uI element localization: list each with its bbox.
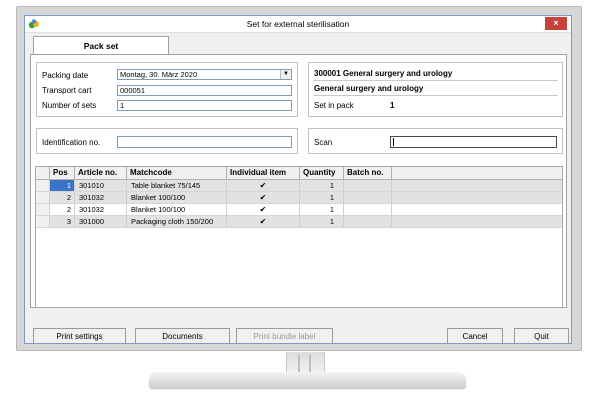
cell-quantity[interactable]: 1 bbox=[300, 192, 344, 204]
cell-quantity[interactable]: 1 bbox=[300, 204, 344, 216]
checkbox-checked-icon[interactable]: ✔ bbox=[227, 192, 300, 204]
checkbox-checked-icon[interactable]: ✔ bbox=[227, 216, 300, 228]
cell-article[interactable]: 301032 bbox=[75, 204, 127, 216]
row-indicator bbox=[36, 216, 50, 228]
close-button[interactable]: × bbox=[545, 17, 567, 30]
cell-quantity[interactable]: 1 bbox=[300, 180, 344, 192]
set-name-line: General surgery and urology bbox=[314, 84, 424, 93]
cell-filler bbox=[392, 216, 562, 228]
cell-pos[interactable]: 1 bbox=[50, 180, 75, 192]
col-header-individual[interactable]: Individual item bbox=[227, 167, 300, 180]
checkbox-checked-icon[interactable]: ✔ bbox=[227, 180, 300, 192]
cell-pos[interactable]: 2 bbox=[50, 192, 75, 204]
packing-date-label: Packing date bbox=[42, 71, 89, 80]
transport-cart-label: Transport cart bbox=[42, 86, 92, 95]
set-in-pack-label: Set in pack bbox=[314, 101, 354, 110]
identification-label: Identification no. bbox=[42, 138, 101, 147]
table-row[interactable]: 2 301032 Blanket 100/100 ✔ 1 bbox=[36, 192, 562, 204]
cell-matchcode[interactable]: Packaging cloth 150/200 bbox=[127, 216, 227, 228]
set-info-group: 300001 General surgery and urology Gener… bbox=[308, 62, 563, 117]
print-settings-button[interactable]: Print settings bbox=[33, 328, 126, 343]
documents-button[interactable]: Documents bbox=[135, 328, 230, 343]
col-header-pos[interactable]: Pos bbox=[50, 167, 75, 180]
items-table: Pos Article no. Matchcode Individual ite… bbox=[35, 166, 563, 308]
tab-pack-set[interactable]: Pack set bbox=[33, 36, 169, 55]
monitor-stand-base bbox=[149, 372, 466, 388]
quit-button[interactable]: Quit bbox=[514, 328, 569, 343]
cell-batch[interactable] bbox=[344, 216, 392, 228]
row-indicator bbox=[36, 204, 50, 216]
cell-pos[interactable]: 3 bbox=[50, 216, 75, 228]
col-header-batch[interactable]: Batch no. bbox=[344, 167, 392, 180]
application-window: Set for external sterilisation × Pack se… bbox=[24, 15, 572, 344]
row-header-corner bbox=[36, 167, 50, 180]
table-row[interactable]: 1 301010 Table blanket 75/145 ✔ 1 bbox=[36, 180, 562, 192]
cell-quantity[interactable]: 1 bbox=[300, 216, 344, 228]
identification-field[interactable] bbox=[117, 136, 292, 148]
cell-article[interactable]: 301032 bbox=[75, 192, 127, 204]
cell-pos[interactable]: 2 bbox=[50, 204, 75, 216]
col-header-quantity[interactable]: Quantity bbox=[300, 167, 344, 180]
chevron-down-icon[interactable]: ▼ bbox=[280, 70, 291, 79]
number-of-sets-field[interactable]: 1 bbox=[117, 100, 292, 111]
checkbox-checked-icon[interactable]: ✔ bbox=[227, 204, 300, 216]
cell-matchcode[interactable]: Table blanket 75/145 bbox=[127, 180, 227, 192]
cell-filler bbox=[392, 204, 562, 216]
packing-date-value: Montag, 30. März 2020 bbox=[120, 70, 198, 79]
cell-article[interactable]: 301010 bbox=[75, 180, 127, 192]
transport-cart-field[interactable]: 000051 bbox=[117, 85, 292, 96]
cell-batch[interactable] bbox=[344, 180, 392, 192]
cancel-button[interactable]: Cancel bbox=[447, 328, 503, 343]
cell-batch[interactable] bbox=[344, 192, 392, 204]
scan-label: Scan bbox=[314, 138, 333, 147]
packing-date-dropdown[interactable]: Montag, 30. März 2020 ▼ bbox=[117, 69, 292, 80]
text-cursor bbox=[393, 138, 394, 147]
table-row[interactable]: 3 301000 Packaging cloth 150/200 ✔ 1 bbox=[36, 216, 562, 228]
col-header-article[interactable]: Article no. bbox=[75, 167, 127, 180]
scan-field[interactable] bbox=[390, 136, 557, 148]
cell-batch[interactable] bbox=[344, 204, 392, 216]
print-bundle-label-button[interactable]: Print bundle label bbox=[236, 328, 333, 343]
window-title: Set for external sterilisation bbox=[246, 19, 350, 29]
packing-group: Packing date Montag, 30. März 2020 ▼ Tra… bbox=[36, 62, 298, 117]
col-header-filler bbox=[392, 167, 562, 180]
title-bar: Set for external sterilisation × bbox=[25, 16, 571, 33]
identification-group: Identification no. bbox=[36, 128, 298, 154]
set-in-pack-value: 1 bbox=[390, 101, 395, 110]
col-header-matchcode[interactable]: Matchcode bbox=[127, 167, 227, 180]
cell-matchcode[interactable]: Blanket 100/100 bbox=[127, 192, 227, 204]
set-code-line: 300001 General surgery and urology bbox=[314, 69, 453, 78]
cell-filler bbox=[392, 192, 562, 204]
table-row[interactable]: 2 301032 Blanket 100/100 ✔ 1 bbox=[36, 204, 562, 216]
number-of-sets-label: Number of sets bbox=[42, 101, 97, 110]
row-indicator bbox=[36, 180, 50, 192]
cell-filler bbox=[392, 180, 562, 192]
scan-group: Scan bbox=[308, 128, 563, 154]
cell-article[interactable]: 301000 bbox=[75, 216, 127, 228]
cell-matchcode[interactable]: Blanket 100/100 bbox=[127, 204, 227, 216]
row-indicator bbox=[36, 192, 50, 204]
